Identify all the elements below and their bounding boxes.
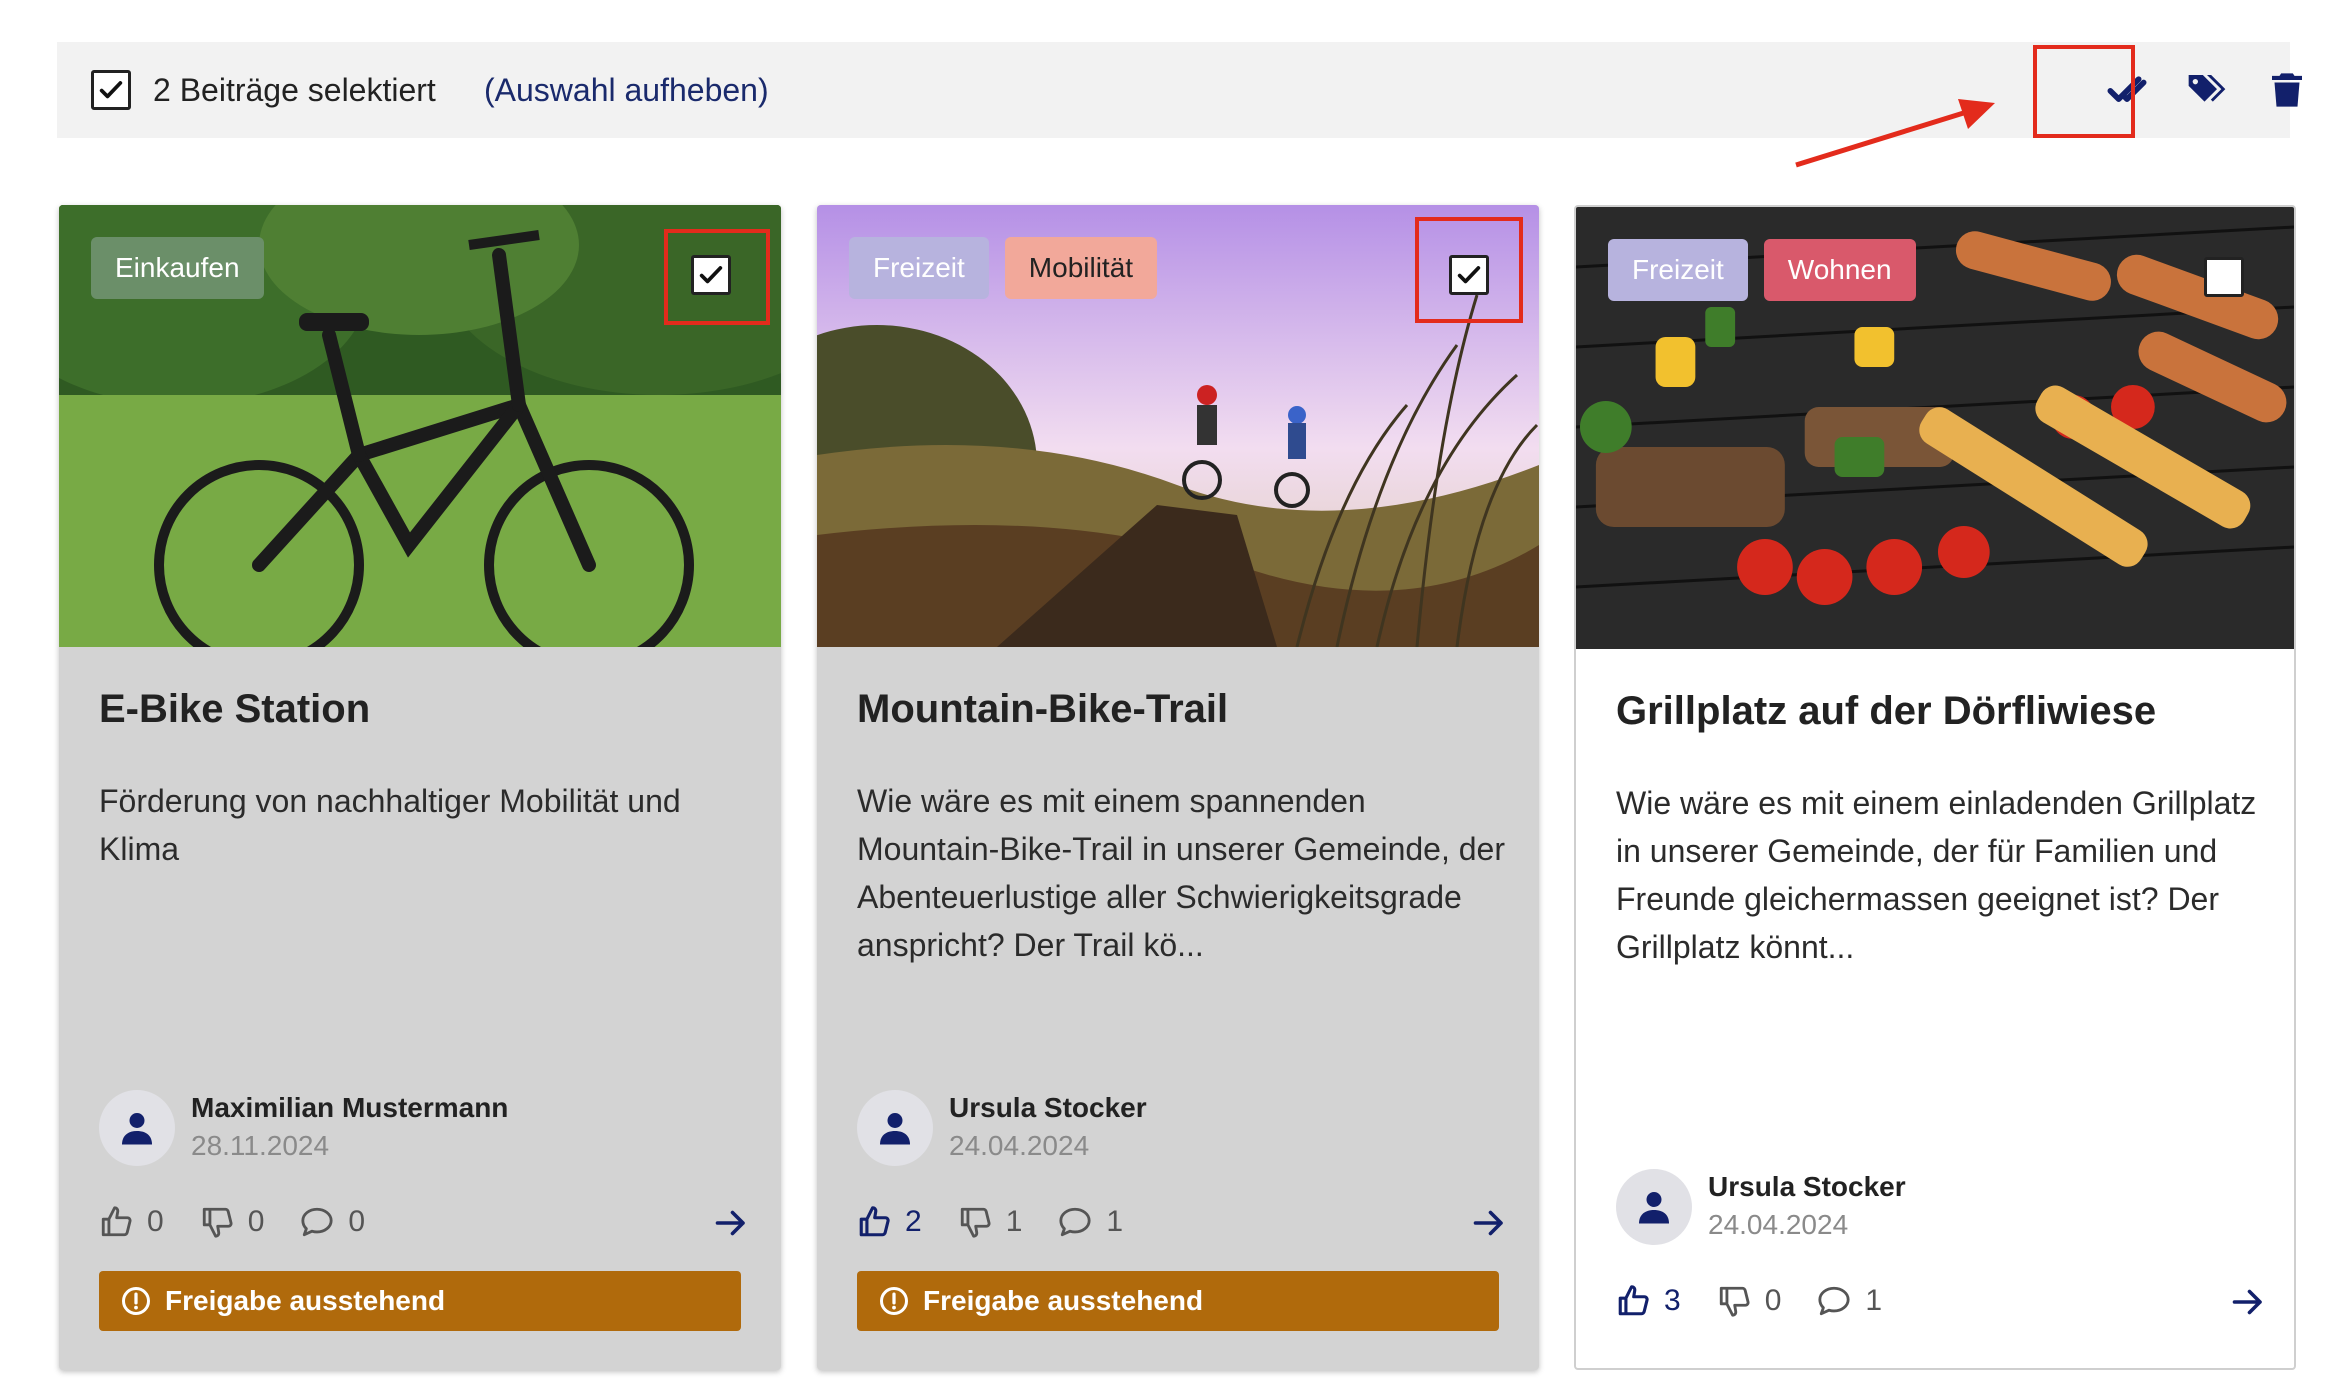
reaction-bar: 2 1 1 bbox=[857, 1205, 1507, 1239]
alert-circle-icon bbox=[122, 1287, 150, 1315]
comment-count: 1 bbox=[1865, 1284, 1883, 1317]
highlight-checkbox bbox=[664, 229, 770, 325]
dislike-count: 1 bbox=[1005, 1205, 1023, 1238]
dislike-button[interactable]: 0 bbox=[200, 1205, 265, 1239]
post-title[interactable]: Grillplatz auf der Dörfliwiese bbox=[1616, 689, 2156, 734]
like-count: 3 bbox=[1664, 1284, 1681, 1317]
like-button[interactable]: 0 bbox=[99, 1205, 164, 1239]
select-all-checkbox[interactable] bbox=[91, 70, 131, 110]
thumbs-down-icon bbox=[202, 1207, 233, 1238]
post-date: 24.04.2024 bbox=[1708, 1209, 1849, 1240]
open-post-button[interactable] bbox=[2230, 1284, 2266, 1328]
status-text: Freigabe ausstehend bbox=[165, 1285, 446, 1316]
thumbs-up-icon bbox=[101, 1206, 132, 1237]
post-image: Freizeit Mobilität bbox=[817, 205, 1539, 647]
dislike-button[interactable]: 1 bbox=[958, 1205, 1023, 1239]
tags-icon bbox=[2188, 75, 2226, 102]
post-image: Einkaufen bbox=[59, 205, 781, 647]
like-button[interactable]: 2 bbox=[857, 1205, 922, 1239]
user-icon bbox=[880, 1113, 910, 1145]
status-text: Freigabe ausstehend bbox=[923, 1285, 1204, 1316]
dislike-count: 0 bbox=[1764, 1284, 1782, 1317]
avatar bbox=[1616, 1169, 1692, 1245]
post-description: Wie wäre es mit einem spannenden Mountai… bbox=[857, 783, 1505, 963]
selection-count: 2 Beiträge selektiert bbox=[153, 72, 436, 108]
author-name: Ursula Stocker bbox=[949, 1092, 1147, 1123]
card-select-checkbox[interactable] bbox=[2204, 257, 2244, 297]
pointer-arrow-icon bbox=[1795, 99, 1995, 168]
post-card[interactable]: Einkaufen E-Bike Station Förderung von n… bbox=[59, 205, 781, 1370]
tag-selected-button[interactable] bbox=[2175, 58, 2239, 122]
reaction-bar: 0 0 0 bbox=[99, 1205, 749, 1239]
post-description: Förderung von nachhaltiger Mobilität und… bbox=[99, 783, 681, 867]
post-card[interactable]: Freizeit Wohnen Grillplatz auf der Dörfl… bbox=[1574, 205, 2296, 1370]
status-badge: Freigabe ausstehend bbox=[99, 1271, 741, 1331]
arrow-right-icon bbox=[1473, 1210, 1503, 1236]
comment-icon bbox=[1059, 1207, 1091, 1237]
like-count: 2 bbox=[905, 1205, 922, 1238]
trash-icon bbox=[2272, 73, 2302, 107]
comment-count: 1 bbox=[1106, 1205, 1124, 1238]
checkmark-icon bbox=[99, 81, 123, 99]
comment-button[interactable]: 1 bbox=[1058, 1205, 1123, 1239]
comment-button[interactable]: 0 bbox=[300, 1205, 365, 1239]
dislike-button[interactable]: 0 bbox=[1717, 1284, 1782, 1318]
tag-list: Freizeit Mobilität bbox=[849, 237, 1158, 299]
post-date: 28.11.2024 bbox=[191, 1130, 330, 1161]
status-badge: Freigabe ausstehend bbox=[857, 1271, 1499, 1331]
author-block: Ursula Stocker 24.04.2024 bbox=[857, 1090, 1147, 1166]
tag-badge[interactable]: Freizeit bbox=[1608, 239, 1748, 301]
avatar bbox=[99, 1090, 175, 1166]
author-name: Ursula Stocker bbox=[1708, 1171, 1906, 1202]
thumbs-down-icon bbox=[960, 1207, 991, 1238]
tag-badge[interactable]: Mobilität bbox=[1004, 237, 1158, 299]
author-block: Maximilian Mustermann 28.11.2024 bbox=[99, 1090, 508, 1166]
tag-list: Einkaufen bbox=[91, 237, 264, 299]
tag-badge[interactable]: Einkaufen bbox=[91, 237, 264, 299]
tag-badge[interactable]: Freizeit bbox=[849, 237, 989, 299]
reaction-bar: 3 0 1 bbox=[1616, 1284, 2266, 1318]
clear-selection-link[interactable]: (Auswahl aufheben) bbox=[484, 70, 769, 110]
user-icon bbox=[122, 1113, 152, 1145]
post-description: Wie wäre es mit einem einladenden Grillp… bbox=[1616, 785, 2257, 965]
like-count: 0 bbox=[147, 1205, 164, 1238]
arrow-right-icon bbox=[715, 1210, 745, 1236]
author-block: Ursula Stocker 24.04.2024 bbox=[1616, 1169, 1906, 1245]
author-name: Maximilian Mustermann bbox=[191, 1092, 509, 1123]
post-title[interactable]: Mountain-Bike-Trail bbox=[857, 687, 1228, 732]
comment-icon bbox=[1818, 1286, 1850, 1316]
post-image: Freizeit Wohnen bbox=[1576, 207, 2294, 649]
highlight-approve bbox=[2033, 45, 2135, 138]
highlight-checkbox bbox=[1415, 217, 1523, 323]
delete-selected-button[interactable] bbox=[2255, 58, 2319, 122]
user-icon bbox=[1639, 1192, 1669, 1224]
thumbs-up-icon bbox=[1618, 1285, 1649, 1316]
avatar bbox=[857, 1090, 933, 1166]
post-title[interactable]: E-Bike Station bbox=[99, 687, 370, 732]
open-post-button[interactable] bbox=[1471, 1205, 1507, 1249]
like-button[interactable]: 3 bbox=[1616, 1284, 1681, 1318]
alert-circle-icon bbox=[880, 1287, 908, 1315]
post-date: 24.04.2024 bbox=[949, 1130, 1090, 1161]
arrow-right-icon bbox=[2232, 1289, 2262, 1315]
tag-list: Freizeit Wohnen bbox=[1608, 239, 1916, 301]
comment-count: 0 bbox=[348, 1205, 366, 1238]
comment-button[interactable]: 1 bbox=[1817, 1284, 1882, 1318]
comment-icon bbox=[301, 1207, 333, 1237]
thumbs-down-icon bbox=[1719, 1286, 1750, 1317]
tag-badge[interactable]: Wohnen bbox=[1763, 239, 1916, 301]
open-post-button[interactable] bbox=[713, 1205, 749, 1249]
dislike-count: 0 bbox=[247, 1205, 265, 1238]
thumbs-up-icon bbox=[859, 1206, 890, 1237]
post-card[interactable]: Freizeit Mobilität Mountain-Bike-Trail W… bbox=[817, 205, 1539, 1370]
